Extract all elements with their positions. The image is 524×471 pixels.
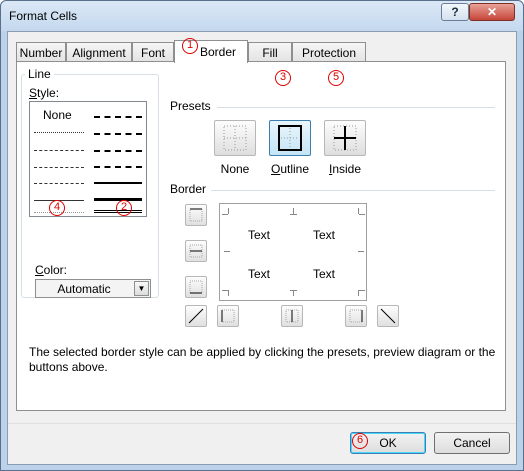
annotation-marker-5: 5: [328, 70, 344, 86]
preset-outline-icon: [278, 125, 302, 151]
preview-text: Text: [313, 267, 336, 281]
style-option-dash-dot[interactable]: [34, 183, 84, 184]
border-bottom-button[interactable]: [185, 276, 207, 298]
preview-corner-tick: [359, 214, 365, 215]
dialog-title: Format Cells: [9, 9, 78, 23]
style-option-hair[interactable]: [34, 132, 84, 133]
presets-group-label: Presets: [167, 99, 214, 113]
preview-text: Text: [248, 228, 271, 242]
preview-text: Text: [313, 228, 336, 242]
style-option-dash-dot-dot[interactable]: [34, 167, 84, 168]
tab-number[interactable]: Number: [16, 42, 66, 62]
preview-corner-tick: [222, 290, 228, 291]
preview-corner-tick: [228, 208, 229, 214]
preview-corner-tick: [222, 214, 228, 215]
style-option-dotted[interactable]: [34, 150, 84, 151]
border-right-icon: [349, 309, 363, 323]
style-option-slanted-dash-dot[interactable]: [94, 133, 142, 135]
border-inside-horizontal-icon: [189, 244, 203, 258]
border-separator: [211, 190, 495, 191]
style-label-text: tyle:: [37, 86, 60, 100]
preset-inside-label-text: nside: [332, 162, 362, 176]
tab-font[interactable]: Font: [132, 42, 174, 62]
diagonal-down-icon: [380, 308, 396, 324]
description-text: The selected border style can be applied…: [29, 345, 496, 374]
style-option-medium[interactable]: [94, 182, 142, 184]
border-inside-vertical-icon: [285, 309, 299, 323]
style-label: Style:: [29, 86, 60, 100]
color-label-text: olor:: [43, 263, 68, 277]
border-bottom-icon: [189, 280, 203, 294]
help-button[interactable]: ?: [441, 3, 469, 21]
border-middle-horizontal-button[interactable]: [185, 240, 207, 262]
border-left-icon: [221, 309, 235, 323]
border-right-button[interactable]: [345, 305, 367, 327]
border-top-icon: [189, 208, 203, 222]
preview-mid-tick: [224, 251, 230, 252]
preset-none-button[interactable]: [214, 120, 256, 156]
dialog-client-area: Number Alignment Font Border Fill Protec…: [7, 31, 517, 465]
border-diagonal-up-button[interactable]: [185, 305, 207, 327]
annotation-marker-2: 2: [116, 200, 132, 216]
preview-corner-tick: [228, 290, 229, 296]
preview-mid-tick: [290, 214, 297, 215]
annotation-marker-3: 3: [275, 70, 291, 86]
style-option-thick[interactable]: [94, 198, 142, 201]
preset-none-icon: [223, 125, 247, 151]
line-style-list[interactable]: None: [29, 101, 147, 217]
preset-inside-button[interactable]: [324, 120, 366, 156]
tab-number-label: Number: [19, 45, 63, 60]
line-group-label: Line: [25, 67, 54, 81]
preview-mid-tick: [290, 290, 297, 291]
title-bar: Format Cells ? ✕: [1, 1, 523, 31]
preset-outline-button[interactable]: [269, 120, 311, 156]
preset-outline-label-text: utline: [280, 162, 310, 176]
annotation-marker-4: 4: [49, 200, 65, 216]
border-left-button[interactable]: [217, 305, 239, 327]
annotation-marker-1: 1: [182, 38, 198, 54]
tab-border-label: Border: [199, 45, 237, 59]
footer-separator: [8, 423, 516, 424]
preset-none-label: None: [220, 162, 250, 176]
format-cells-dialog: Format Cells ? ✕ Number Alignment Font B…: [0, 0, 524, 471]
preset-inside-label: Inside: [328, 162, 362, 176]
presets-separator: [217, 107, 495, 108]
border-diagonal-down-button[interactable]: [377, 305, 399, 327]
preview-mid-tick: [358, 251, 364, 252]
style-option-medium-dash-dot-dot[interactable]: [94, 116, 142, 118]
cancel-button[interactable]: Cancel: [434, 432, 510, 454]
tab-fill-label: Fill: [262, 45, 278, 60]
preview-text: Text: [248, 267, 271, 281]
color-label: Color:: [35, 263, 68, 277]
diagonal-up-icon: [188, 308, 204, 324]
style-option-medium-dashed[interactable]: [94, 166, 142, 168]
border-tab-panel: Line Style: None Color: Automatic ▼ Pres…: [16, 61, 506, 411]
chevron-down-icon[interactable]: ▼: [134, 281, 149, 296]
close-button[interactable]: ✕: [469, 3, 515, 21]
preset-outline-label: Outline: [270, 162, 310, 176]
tab-protection[interactable]: Protection: [292, 42, 366, 62]
tab-font-label: Font: [140, 45, 165, 60]
tab-fill[interactable]: Fill: [248, 42, 292, 62]
preview-corner-tick: [359, 290, 365, 291]
preset-inside-icon: [333, 125, 357, 151]
style-none-option[interactable]: None: [43, 108, 72, 122]
tab-protection-label: Protection: [301, 45, 357, 60]
tab-alignment[interactable]: Alignment: [66, 42, 132, 62]
border-group-label: Border: [167, 182, 210, 196]
border-middle-vertical-button[interactable]: [281, 305, 303, 327]
border-preview[interactable]: Text Text Text Text: [219, 203, 367, 301]
color-dropdown[interactable]: Automatic ▼: [35, 279, 151, 298]
tab-alignment-label: Alignment: [72, 45, 126, 60]
border-top-button[interactable]: [185, 204, 207, 226]
annotation-marker-6: 6: [352, 433, 368, 449]
style-option-medium-dash-dot[interactable]: [94, 150, 142, 152]
color-dropdown-value: Automatic: [57, 282, 111, 296]
